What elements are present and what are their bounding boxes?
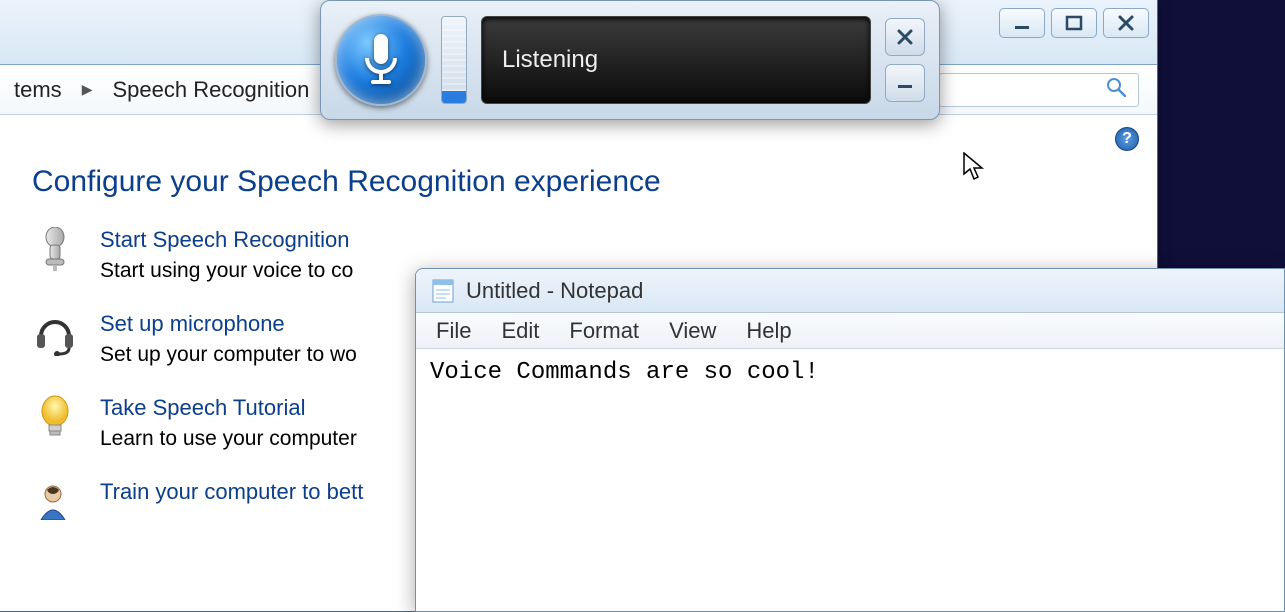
headset-icon <box>32 311 78 357</box>
option-start-speech-desc: Start using your voice to co <box>100 259 353 283</box>
option-setup-mic-link[interactable]: Set up microphone <box>100 311 285 336</box>
audio-level-meter <box>441 16 467 104</box>
notepad-text-area[interactable]: Voice Commands are so cool! <box>416 349 1284 396</box>
menu-view[interactable]: View <box>669 318 716 344</box>
speech-recognition-widget[interactable]: Listening <box>320 0 940 120</box>
option-setup-mic-desc: Set up your computer to wo <box>100 343 357 367</box>
microphone-orb-icon <box>361 30 401 91</box>
person-icon <box>32 479 78 525</box>
close-icon <box>1117 14 1135 32</box>
close-icon <box>897 29 913 45</box>
option-train-link[interactable]: Train your computer to bett <box>100 479 363 504</box>
maximize-icon <box>1065 14 1083 32</box>
notepad-title-text: Untitled - Notepad <box>466 278 643 304</box>
menu-edit[interactable]: Edit <box>501 318 539 344</box>
window-controls <box>999 8 1149 38</box>
menu-help[interactable]: Help <box>746 318 791 344</box>
notepad-titlebar[interactable]: Untitled - Notepad <box>416 269 1284 313</box>
breadcrumb-part-1[interactable]: tems <box>0 65 76 114</box>
widget-minimize-button[interactable] <box>885 64 925 102</box>
option-start-speech-link[interactable]: Start Speech Recognition <box>100 227 350 252</box>
breadcrumb-separator: ▶ <box>76 65 99 114</box>
minimize-button[interactable] <box>999 8 1045 38</box>
microphone-icon <box>32 227 78 273</box>
maximize-button[interactable] <box>1051 8 1097 38</box>
option-tutorial-link[interactable]: Take Speech Tutorial <box>100 395 305 420</box>
search-icon <box>1106 77 1126 103</box>
close-button[interactable] <box>1103 8 1149 38</box>
minimize-icon <box>1013 14 1031 32</box>
notepad-window: Untitled - Notepad File Edit Format View… <box>415 268 1285 612</box>
lightbulb-icon <box>32 395 78 441</box>
breadcrumb-part-2[interactable]: Speech Recognition <box>98 65 323 114</box>
speech-status-display: Listening <box>481 16 871 104</box>
option-tutorial-desc: Learn to use your computer <box>100 427 357 451</box>
minimize-icon <box>897 75 913 91</box>
help-icon[interactable]: ? <box>1115 127 1139 151</box>
widget-close-button[interactable] <box>885 18 925 56</box>
menu-format[interactable]: Format <box>569 318 639 344</box>
notepad-app-icon <box>430 278 456 304</box>
widget-controls <box>885 18 925 102</box>
search-input[interactable] <box>939 73 1139 107</box>
page-heading: Configure your Speech Recognition experi… <box>32 165 1125 199</box>
speech-status-text: Listening <box>502 46 598 74</box>
menu-file[interactable]: File <box>436 318 471 344</box>
notepad-menu-bar: File Edit Format View Help <box>416 313 1284 349</box>
speech-listen-button[interactable] <box>335 14 427 106</box>
